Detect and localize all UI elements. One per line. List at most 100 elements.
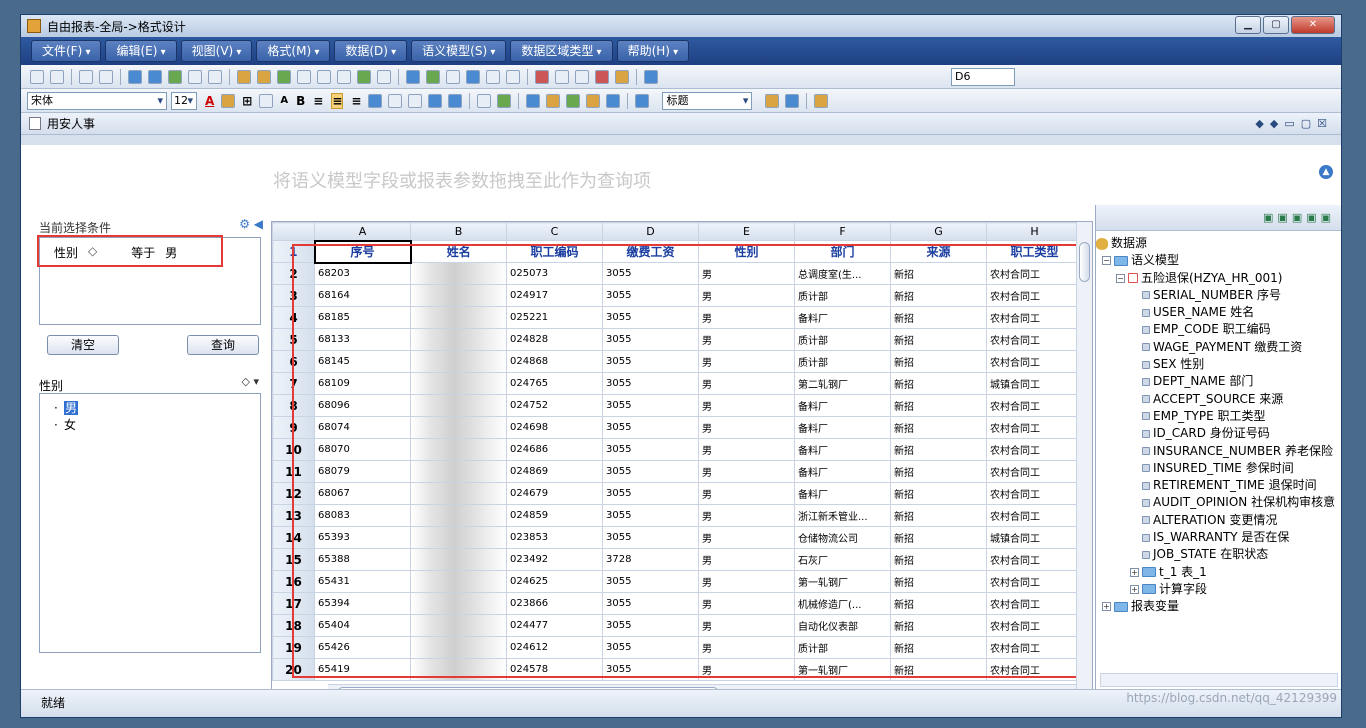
cut-icon[interactable] xyxy=(535,69,549,84)
tree-node-field[interactable]: SERIAL_NUMBER 序号 xyxy=(1096,287,1341,304)
clear-icon[interactable] xyxy=(595,69,609,84)
tab-controls[interactable]: ◆◆▭▢☒ xyxy=(1255,117,1333,130)
filter-icon[interactable] xyxy=(257,69,271,84)
document-tab[interactable]: 用安人事 ◆◆▭▢☒ xyxy=(21,113,1341,135)
filter-tools-icon[interactable]: ◇ ▾ xyxy=(242,375,259,388)
valign-icon[interactable] xyxy=(388,93,403,108)
border-icon[interactable]: ⊞ xyxy=(242,94,252,108)
find-icon[interactable] xyxy=(644,69,658,84)
menu-edit[interactable]: 编辑(E) xyxy=(105,40,177,62)
column-header[interactable]: C xyxy=(506,222,603,241)
close-button[interactable]: ✕ xyxy=(1291,16,1335,34)
filter-option-female[interactable]: 女 xyxy=(40,417,260,434)
bold-icon[interactable]: B xyxy=(296,94,305,108)
zoom-icon[interactable] xyxy=(168,69,182,84)
tree-node-semantic-model[interactable]: − 语义模型 xyxy=(1096,252,1341,269)
column-header[interactable]: D xyxy=(602,222,699,241)
fill-color-icon[interactable] xyxy=(221,93,236,108)
import-icon[interactable] xyxy=(486,69,500,84)
print-icon[interactable] xyxy=(208,69,222,84)
align-right-icon[interactable]: ≡ xyxy=(351,94,361,108)
tree-node-field[interactable]: ID_CARD 身份证号码 xyxy=(1096,425,1341,442)
undo-icon[interactable] xyxy=(79,69,93,84)
link-icon[interactable] xyxy=(566,93,581,108)
tree-node-field[interactable]: WAGE_PAYMENT 缴费工资 xyxy=(1096,339,1341,356)
tree-node-field[interactable]: ACCEPT_SOURCE 来源 xyxy=(1096,391,1341,408)
menu-semantic-model[interactable]: 语义模型(S) xyxy=(411,40,507,62)
menu-view[interactable]: 视图(V) xyxy=(180,40,253,62)
query-drop-zone-hint[interactable]: 将语义模型字段或报表参数拖拽至此作为查询项 xyxy=(273,167,651,193)
preview-icon[interactable] xyxy=(128,69,142,84)
column-header[interactable]: E xyxy=(698,222,795,241)
style-edit-icon[interactable] xyxy=(785,93,800,108)
tree-node-variables[interactable]: + 报表变量 xyxy=(1096,598,1341,615)
wrap-icon[interactable] xyxy=(368,93,383,108)
collapse-icon[interactable]: ▲ xyxy=(1319,165,1333,179)
font-grow-icon[interactable]: A xyxy=(280,95,288,106)
maximize-button[interactable]: ▢ xyxy=(1263,16,1289,34)
align-center-icon[interactable]: ≡ xyxy=(331,92,344,109)
chart-icon[interactable] xyxy=(357,69,371,84)
tree-node-field[interactable]: INSURANCE_NUMBER 养老保险 xyxy=(1096,443,1341,460)
tree-node-field[interactable]: JOB_STATE 在职状态 xyxy=(1096,546,1341,563)
cell-type-icon[interactable] xyxy=(428,93,443,108)
tree-node-field[interactable]: EMP_CODE 职工编码 xyxy=(1096,321,1341,338)
column-header[interactable]: H xyxy=(986,222,1083,241)
menu-help[interactable]: 帮助(H) xyxy=(616,40,690,62)
border-style-icon[interactable] xyxy=(408,93,423,108)
user-icon[interactable] xyxy=(606,93,621,108)
tree-node-subfolder-1[interactable]: + t_1 表_1 xyxy=(1096,564,1341,581)
column-header[interactable]: G xyxy=(890,222,987,241)
tree-node-field[interactable]: DEPT_NAME 部门 xyxy=(1096,373,1341,390)
merge-icon[interactable] xyxy=(337,69,351,84)
condition-tools-icon[interactable]: ⚙ ◀ xyxy=(239,217,263,231)
page-setup-icon[interactable] xyxy=(188,69,202,84)
grid-vertical-scrollbar[interactable] xyxy=(1076,222,1092,698)
group-icon[interactable] xyxy=(277,69,291,84)
tree-node-field[interactable]: SEX 性别 xyxy=(1096,356,1341,373)
title-bar[interactable]: 自由报表-全局->格式设计 ▁ ▢ ✕ xyxy=(21,15,1341,37)
image-icon[interactable] xyxy=(448,93,463,108)
datasource-toolbar-icons[interactable]: ▣▣▣▣▣ xyxy=(1096,205,1341,231)
column-header[interactable]: B xyxy=(410,222,507,241)
grid-icon[interactable] xyxy=(526,93,541,108)
menu-data[interactable]: 数据(D) xyxy=(334,40,408,62)
tree-node-field[interactable]: AUDIT_OPINION 社保机构审核意 xyxy=(1096,494,1341,511)
tree-node-root[interactable]: 数据源 xyxy=(1096,235,1341,252)
menu-format[interactable]: 格式(M) xyxy=(256,40,331,62)
table-icon[interactable] xyxy=(477,93,492,108)
menu-file[interactable]: 文件(F) xyxy=(31,40,102,62)
tree-node-field[interactable]: ALTERATION 变更情况 xyxy=(1096,512,1341,529)
query-button[interactable]: 查询 xyxy=(187,335,259,355)
font-name-select[interactable]: 宋体 xyxy=(27,91,167,110)
condition-format-icon[interactable] xyxy=(635,93,650,108)
copy-icon[interactable] xyxy=(555,69,569,84)
properties-icon[interactable] xyxy=(814,93,829,108)
font-color-icon[interactable]: A xyxy=(205,94,214,108)
indent-icon[interactable] xyxy=(259,93,274,108)
datasource-icon[interactable] xyxy=(406,69,420,84)
refresh-icon[interactable] xyxy=(426,69,440,84)
filter-option-male[interactable]: 男 xyxy=(40,400,260,417)
lock-icon[interactable] xyxy=(546,93,561,108)
tree-node-table[interactable]: − 五险退保(HZYA_HR_001) xyxy=(1096,270,1341,287)
print-preview-icon[interactable] xyxy=(148,69,162,84)
cell-style-select[interactable]: 标题 xyxy=(662,91,753,110)
menu-data-region-type[interactable]: 数据区域类型 xyxy=(510,40,613,62)
insert-row-icon[interactable] xyxy=(297,69,311,84)
tree-node-field[interactable]: USER_NAME 姓名 xyxy=(1096,304,1341,321)
minimize-button[interactable]: ▁ xyxy=(1235,16,1261,34)
sort-icon[interactable] xyxy=(237,69,251,84)
corner-cell[interactable] xyxy=(272,222,315,241)
clear-button[interactable]: 清空 xyxy=(47,335,119,355)
font-size-select[interactable]: 12 xyxy=(171,91,197,110)
column-header[interactable]: A xyxy=(314,222,411,241)
sheet-icon[interactable] xyxy=(497,93,512,108)
key-icon[interactable] xyxy=(586,93,601,108)
save-all-icon[interactable] xyxy=(50,69,64,84)
search-icon[interactable] xyxy=(506,69,520,84)
tree-node-subfolder-2[interactable]: + 计算字段 xyxy=(1096,581,1341,598)
cell-reference-field[interactable]: D6 xyxy=(951,68,1015,86)
align-left-icon[interactable]: ≡ xyxy=(313,94,323,108)
tree-node-field[interactable]: INSURED_TIME 参保时间 xyxy=(1096,460,1341,477)
